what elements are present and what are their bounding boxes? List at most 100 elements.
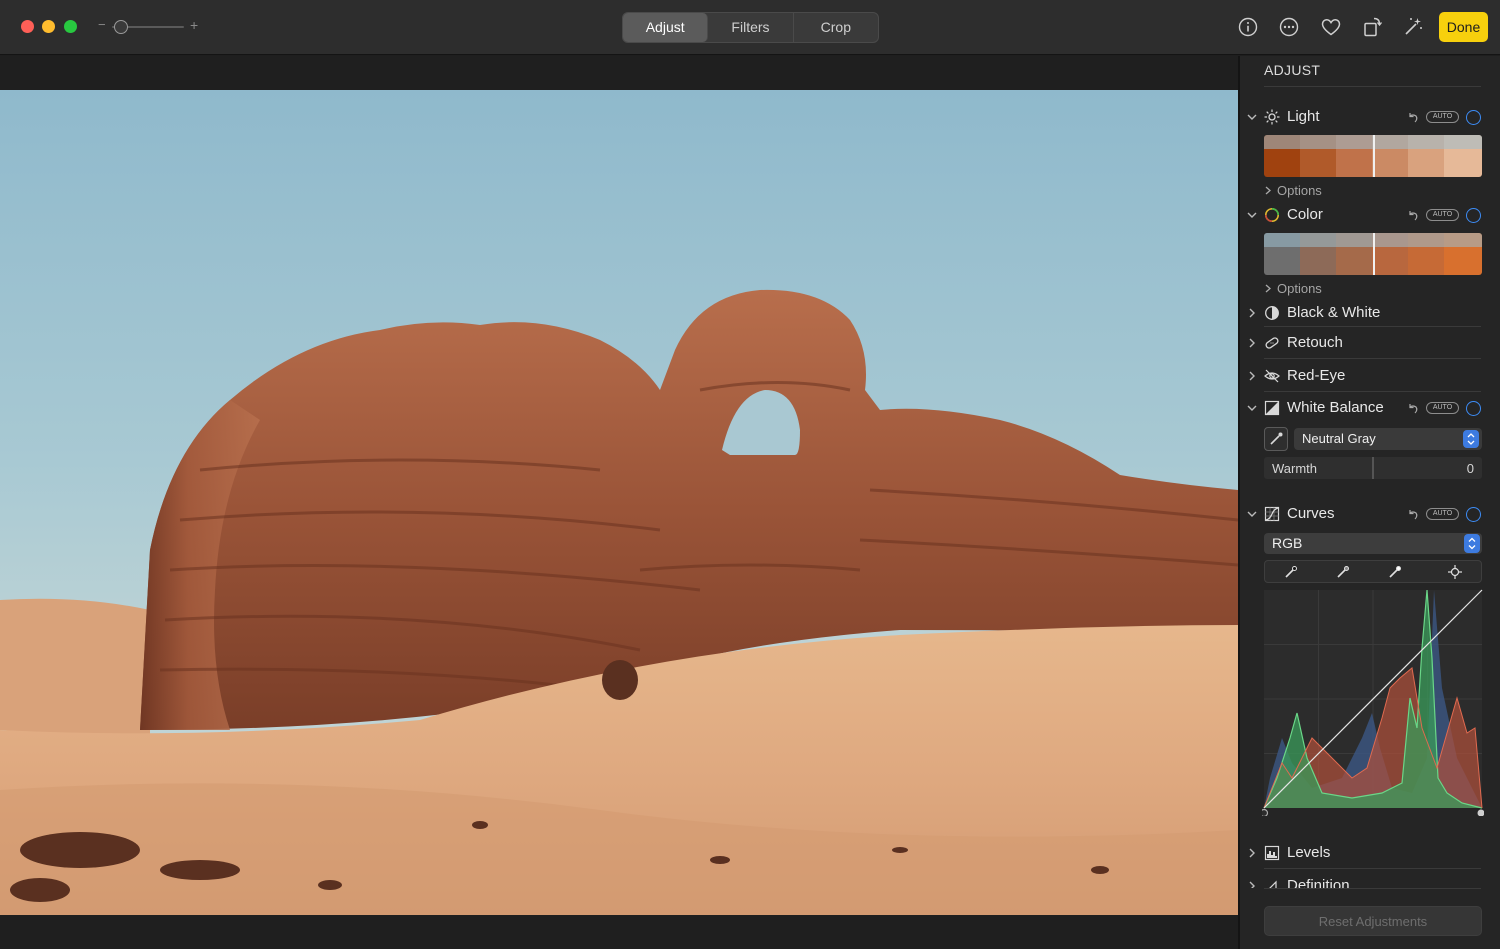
- close-window-button[interactable]: [21, 20, 34, 33]
- definition-clip: Definition: [1240, 874, 1500, 888]
- levels-icon: [1264, 845, 1280, 861]
- section-wb-toggle[interactable]: [1466, 401, 1481, 416]
- section-wb-header[interactable]: White Balance AUTO: [1246, 396, 1482, 422]
- undo-icon[interactable]: [1406, 111, 1420, 125]
- section-curves-label: Curves: [1287, 505, 1335, 522]
- more-icon[interactable]: [1277, 15, 1301, 39]
- eyedropper-icon: [1270, 432, 1283, 445]
- definition-icon: [1269, 880, 1277, 888]
- section-color-header[interactable]: Color AUTO: [1246, 203, 1482, 229]
- rotate-icon[interactable]: [1361, 15, 1385, 39]
- divider: [1264, 358, 1481, 359]
- curves-histogram-graph[interactable]: [1262, 588, 1484, 816]
- light-options[interactable]: Options: [1264, 183, 1322, 198]
- section-levels-header[interactable]: Levels: [1246, 841, 1482, 867]
- chevron-right-icon[interactable]: [1246, 847, 1258, 859]
- section-wb-label: White Balance: [1287, 399, 1384, 416]
- auto-button[interactable]: AUTO: [1426, 209, 1459, 221]
- section-light-toggle[interactable]: [1466, 110, 1481, 125]
- photo-image[interactable]: [0, 90, 1238, 915]
- color-options-label: Options: [1277, 281, 1322, 296]
- curves-icon: [1264, 506, 1280, 522]
- tab-adjust[interactable]: Adjust: [623, 13, 709, 42]
- black-white-icon: [1265, 306, 1279, 320]
- section-curves-header[interactable]: Curves AUTO: [1246, 502, 1482, 528]
- add-point-crosshair-icon[interactable]: [1447, 564, 1463, 580]
- white-point-eyedropper-icon[interactable]: [1387, 564, 1403, 580]
- red-eye-icon: [1264, 369, 1280, 383]
- undo-icon[interactable]: [1406, 508, 1420, 522]
- curves-channel-select[interactable]: RGB: [1264, 533, 1482, 554]
- black-point-handle[interactable]: [1262, 808, 1269, 817]
- color-preview-thumbnails: [1264, 233, 1482, 275]
- section-curves-toggle[interactable]: [1466, 507, 1481, 522]
- section-redeye-header[interactable]: Red-Eye: [1246, 364, 1482, 390]
- done-button[interactable]: Done: [1439, 12, 1488, 42]
- window-toolbar: − + Adjust Filters Crop Done: [0, 0, 1500, 55]
- sun-icon: [1264, 109, 1280, 125]
- warmth-slider-marker[interactable]: [1372, 457, 1374, 479]
- mode-segmented-control: Adjust Filters Crop: [622, 12, 879, 43]
- chevron-updown-icon: [1468, 537, 1476, 550]
- section-definition-header[interactable]: Definition: [1246, 874, 1482, 888]
- wb-mode-value: Neutral Gray: [1302, 431, 1376, 446]
- chevron-right-icon[interactable]: [1246, 880, 1258, 888]
- section-levels-label: Levels: [1287, 844, 1331, 861]
- light-preview-thumbnails: [1264, 135, 1482, 177]
- gray-point-eyedropper-icon[interactable]: [1335, 564, 1351, 580]
- desert-arch-photo: [0, 90, 1238, 915]
- wb-mode-select[interactable]: Neutral Gray: [1294, 428, 1482, 450]
- auto-button[interactable]: AUTO: [1426, 508, 1459, 520]
- light-thumbnail-strip[interactable]: [1264, 135, 1482, 177]
- section-redeye-label: Red-Eye: [1287, 367, 1346, 384]
- color-thumbnail-strip[interactable]: [1264, 233, 1482, 275]
- chevron-right-icon[interactable]: [1246, 307, 1258, 319]
- black-point-eyedropper-icon[interactable]: [1283, 564, 1299, 580]
- chevron-down-icon[interactable]: [1246, 111, 1258, 123]
- chevron-updown-icon: [1467, 433, 1475, 445]
- tab-crop[interactable]: Crop: [794, 13, 878, 42]
- section-light-label: Light: [1287, 108, 1320, 125]
- divider: [1264, 868, 1481, 869]
- photo-canvas: [0, 56, 1238, 949]
- wb-eyedropper-button[interactable]: [1264, 427, 1288, 451]
- auto-button[interactable]: AUTO: [1426, 402, 1459, 414]
- auto-button[interactable]: AUTO: [1426, 111, 1459, 123]
- tab-filters[interactable]: Filters: [708, 13, 794, 42]
- zoom-slider-knob[interactable]: [114, 20, 128, 34]
- sidebar-title: ADJUST: [1264, 62, 1321, 78]
- divider: [1264, 391, 1481, 392]
- select-stepper[interactable]: [1463, 430, 1479, 448]
- undo-icon[interactable]: [1406, 402, 1420, 416]
- select-stepper[interactable]: [1464, 534, 1480, 553]
- section-light-header[interactable]: Light AUTO: [1246, 105, 1482, 131]
- auto-enhance-icon[interactable]: [1401, 15, 1425, 39]
- light-options-label: Options: [1277, 183, 1322, 198]
- chevron-right-icon: [1265, 284, 1271, 293]
- chevron-right-icon[interactable]: [1246, 337, 1258, 349]
- reset-adjustments-button[interactable]: Reset Adjustments: [1264, 906, 1482, 936]
- section-retouch-header[interactable]: Retouch: [1246, 331, 1482, 357]
- divider: [1264, 888, 1481, 889]
- chevron-down-icon[interactable]: [1246, 209, 1258, 221]
- section-bw-header[interactable]: Black & White: [1246, 301, 1482, 327]
- chevron-down-icon[interactable]: [1246, 402, 1258, 414]
- zoom-in-label: +: [190, 17, 199, 33]
- white-balance-icon: [1264, 400, 1280, 416]
- section-definition-label: Definition: [1287, 877, 1350, 888]
- chevron-right-icon[interactable]: [1246, 370, 1258, 382]
- warmth-slider[interactable]: Warmth 0: [1264, 457, 1482, 479]
- curves-eyedropper-row: [1264, 560, 1482, 583]
- zoom-out-label: −: [98, 17, 106, 32]
- chevron-down-icon[interactable]: [1246, 508, 1258, 520]
- warmth-label: Warmth: [1272, 461, 1318, 476]
- white-point-handle[interactable]: [1477, 809, 1485, 817]
- heart-icon[interactable]: [1319, 15, 1343, 39]
- section-color-label: Color: [1287, 206, 1323, 223]
- minimize-window-button[interactable]: [42, 20, 55, 33]
- undo-icon[interactable]: [1406, 209, 1420, 223]
- maximize-window-button[interactable]: [64, 20, 77, 33]
- section-color-toggle[interactable]: [1466, 208, 1481, 223]
- color-options[interactable]: Options: [1264, 281, 1322, 296]
- info-icon[interactable]: [1236, 15, 1260, 39]
